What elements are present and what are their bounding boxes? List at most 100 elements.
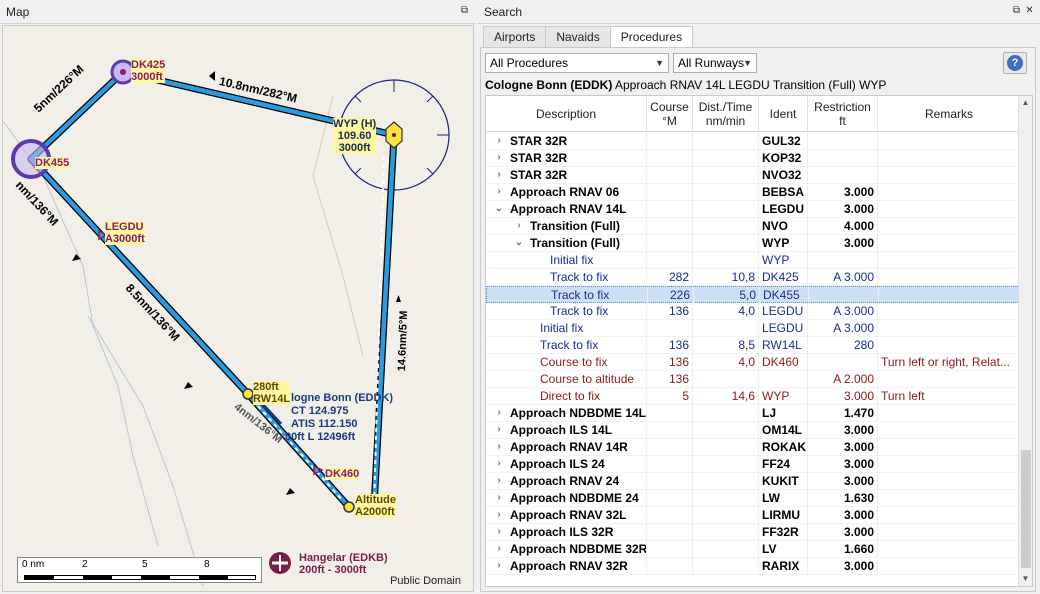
table-row[interactable]: Direct to fix 5 14,6 WYP 3.000 Turn left <box>486 388 1020 405</box>
expand-icon[interactable]: › <box>494 558 504 574</box>
vertical-scrollbar[interactable]: ▲ ▼ <box>1018 96 1032 586</box>
procedure-filter-select[interactable]: All Procedures ▼ <box>485 53 669 73</box>
table-row[interactable]: › Approach ILS 24 FF24 3.000 <box>486 456 1020 473</box>
float-dock-icon[interactable]: ⧉ <box>459 6 470 17</box>
table-row[interactable]: › Approach ILS 14L OM14L 3.000 <box>486 422 1020 439</box>
course-cell: 5 <box>647 388 693 405</box>
search-dock-title: Search ⧉ ✕ <box>478 0 1040 24</box>
table-row[interactable]: ⌄ Approach RNAV 14L LEGDU 3.000 <box>486 201 1020 218</box>
expand-icon[interactable]: › <box>494 133 504 149</box>
description-cell: Track to fix <box>487 287 648 304</box>
scrollbar-thumb[interactable] <box>1021 450 1031 568</box>
expand-icon[interactable]: › <box>494 507 504 523</box>
expand-icon[interactable]: › <box>494 184 504 200</box>
course-cell <box>647 541 693 558</box>
expand-icon[interactable]: › <box>494 439 504 455</box>
course-cell <box>647 150 693 167</box>
description-cell: Initial fix <box>486 252 647 269</box>
collapse-icon[interactable]: ⌄ <box>494 201 504 217</box>
column-header-distance[interactable]: Dist./Time nm/min <box>693 96 759 132</box>
close-icon[interactable]: ✕ <box>1024 6 1035 17</box>
column-header-ident[interactable]: Ident <box>759 96 808 132</box>
collapse-icon[interactable]: ⌄ <box>514 235 524 251</box>
course-cell <box>647 405 693 422</box>
table-row[interactable]: › Approach NDBDME 24 LW 1.630 <box>486 490 1020 507</box>
description-label: Approach RNAV 32R <box>510 559 628 573</box>
table-row[interactable]: › Approach RNAV 14R ROKAK 3.000 <box>486 439 1020 456</box>
remarks-cell <box>878 167 1020 184</box>
table-row[interactable]: › STAR 32R KOP32 <box>486 150 1020 167</box>
description-cell: › Approach RNAV 32L <box>486 507 647 524</box>
ident-cell: NVO <box>759 218 808 235</box>
float-dock-icon[interactable]: ⧉ <box>1011 6 1022 17</box>
ident-cell: LEGDU <box>759 303 808 320</box>
column-header-course[interactable]: Course °M <box>647 96 693 132</box>
column-header-remarks[interactable]: Remarks <box>878 96 1020 132</box>
ident-cell: ROKAK <box>759 439 808 456</box>
table-row[interactable]: › STAR 32R GUL32 <box>486 133 1020 150</box>
remarks-cell <box>878 269 1020 286</box>
column-header-restriction[interactable]: Restriction ft <box>808 96 878 132</box>
tab-procedures[interactable]: Procedures <box>609 26 694 49</box>
table-row[interactable]: › STAR 32R NVO32 <box>486 167 1020 184</box>
ident-cell <box>759 371 808 388</box>
distance-cell <box>693 507 759 524</box>
ident-cell: WYP <box>759 235 808 252</box>
description-label: Approach RNAV 32L <box>510 508 627 522</box>
restriction-cell <box>808 252 878 269</box>
table-row[interactable]: › Approach RNAV 32R RARIX 3.000 <box>486 558 1020 575</box>
course-cell: 136 <box>647 354 693 371</box>
table-row[interactable]: Track to fix 136 4,0 LEGDU A 3.000 <box>486 303 1020 320</box>
table-row[interactable]: › Approach RNAV 06 BEBSA 3.000 <box>486 184 1020 201</box>
description-label: STAR 32R <box>510 151 568 165</box>
remarks-cell <box>878 337 1020 354</box>
expand-icon[interactable]: › <box>514 218 524 234</box>
expand-icon[interactable]: › <box>494 150 504 166</box>
procedure-table[interactable]: Description Course °M Dist./Time nm/min … <box>485 95 1033 587</box>
map-scale-bar: 0 nm 2 5 8 <box>17 557 262 583</box>
restriction-cell: 3.000 <box>808 558 878 575</box>
table-row[interactable]: Course to altitude 136 A 2.000 <box>486 371 1020 388</box>
table-row[interactable]: › Approach RNAV 32L LIRMU 3.000 <box>486 507 1020 524</box>
help-button[interactable]: ? <box>1003 52 1027 74</box>
distance-cell: 10,8 <box>693 269 759 286</box>
tab-navaids[interactable]: Navaids <box>545 26 611 48</box>
table-row[interactable]: Track to fix 282 10,8 DK425 A 3.000 <box>486 269 1020 286</box>
table-row[interactable]: Track to fix 136 8,5 RW14L 280 <box>486 337 1020 354</box>
expand-icon[interactable]: › <box>494 473 504 489</box>
table-row[interactable]: › Approach NDBDME 14L LJ 1.470 <box>486 405 1020 422</box>
expand-icon[interactable]: › <box>494 541 504 557</box>
description-label: Course to fix <box>540 355 608 369</box>
expand-icon[interactable]: › <box>494 490 504 506</box>
expand-icon[interactable]: › <box>494 167 504 183</box>
table-row[interactable]: › Approach ILS 32R FF32R 3.000 <box>486 524 1020 541</box>
course-cell <box>647 167 693 184</box>
table-row[interactable]: Course to fix 136 4,0 DK460 Turn left or rig… <box>486 354 1020 371</box>
distance-cell <box>693 218 759 235</box>
column-header-description[interactable]: Description <box>486 96 647 132</box>
distance-cell <box>693 167 759 184</box>
runway-filter-select[interactable]: All Runways ▼ <box>673 53 757 73</box>
course-cell <box>647 507 693 524</box>
tab-airports[interactable]: Airports <box>483 26 547 48</box>
table-row[interactable]: › Approach NDBDME 32R LV 1.660 <box>486 541 1020 558</box>
map-canvas[interactable]: 5nm/226°M 10.8nm/282°M 8.5nm/136°M 14.6n… <box>2 25 474 592</box>
fix-label-dk425: DK425 3000ft <box>131 59 166 83</box>
table-row[interactable]: › Transition (Full) NVO 4.000 <box>486 218 1020 235</box>
table-row[interactable]: Initial fix WYP <box>486 252 1020 269</box>
table-row[interactable]: Initial fix LEGDU A 3.000 <box>486 320 1020 337</box>
table-row[interactable]: › Approach RNAV 24 KUKIT 3.000 <box>486 473 1020 490</box>
expand-icon[interactable]: › <box>494 456 504 472</box>
expand-icon[interactable]: › <box>494 405 504 421</box>
remarks-cell <box>878 184 1020 201</box>
table-header: Description Course °M Dist./Time nm/min … <box>486 96 1020 132</box>
table-row[interactable]: Track to fix 226 5,0 DK455 <box>486 286 1020 304</box>
distance-cell: 8,5 <box>693 337 759 354</box>
expand-icon[interactable]: › <box>494 524 504 540</box>
description-cell: › Approach RNAV 14R <box>486 439 647 456</box>
expand-icon[interactable]: › <box>494 422 504 438</box>
description-label: Approach ILS 14L <box>510 423 613 437</box>
course-cell <box>647 422 693 439</box>
rw14l-symbol <box>242 388 254 400</box>
table-row[interactable]: ⌄ Transition (Full) WYP 3.000 <box>486 235 1020 252</box>
